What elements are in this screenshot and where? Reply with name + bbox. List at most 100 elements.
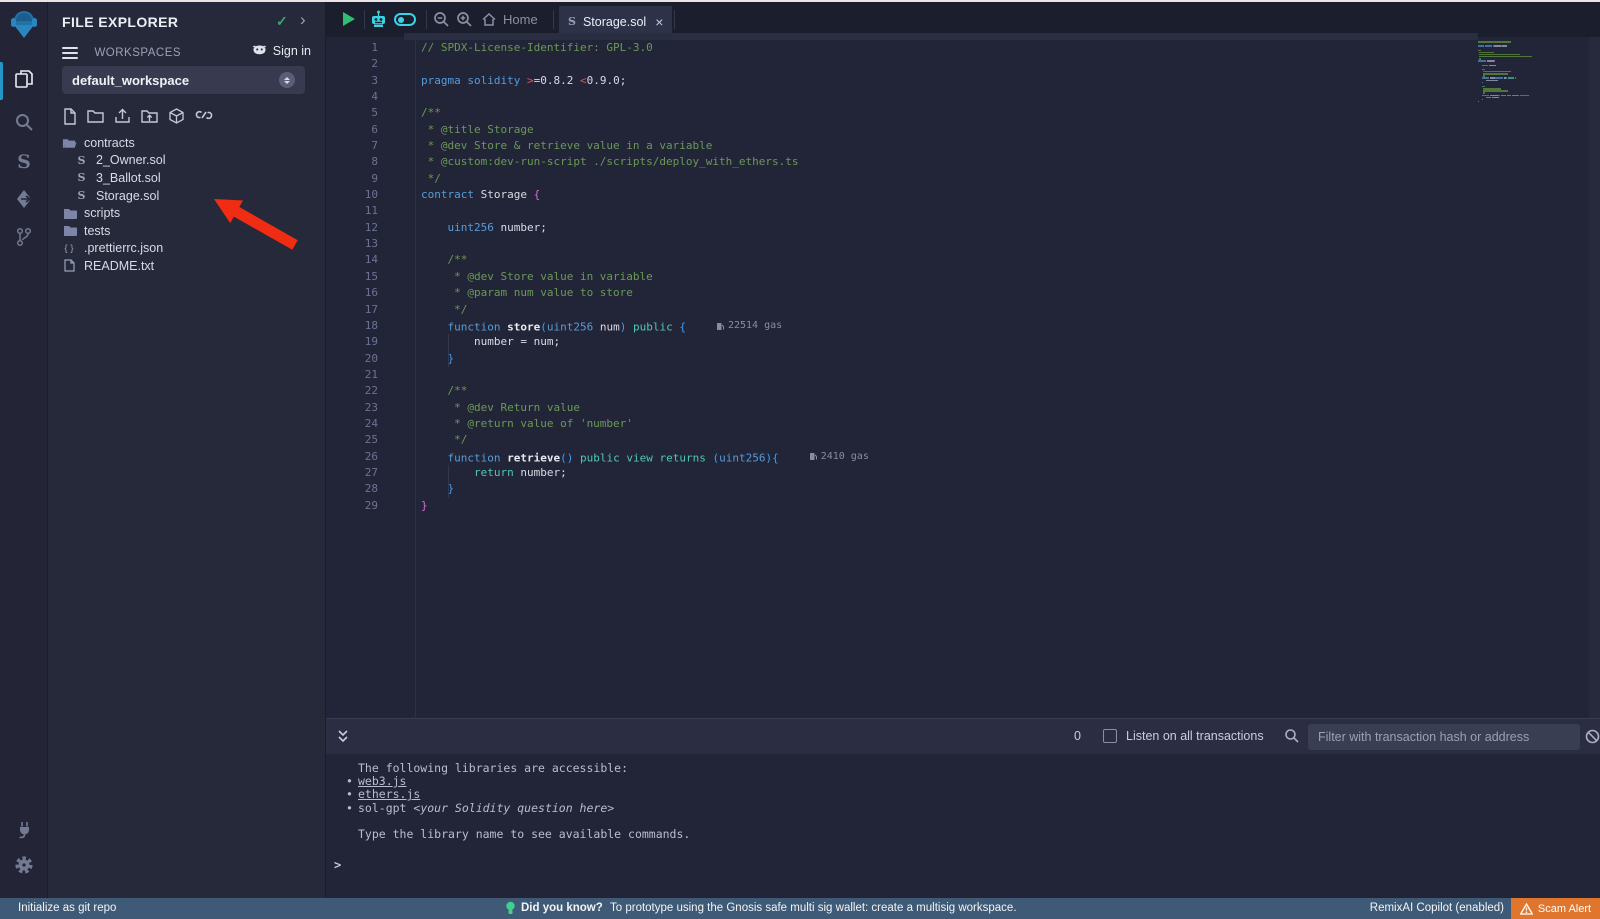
line-number: 20	[326, 351, 378, 367]
code-line-24: * @return value of 'number'	[421, 416, 869, 432]
git-init-button[interactable]: Initialize as git repo	[18, 902, 116, 914]
solidity-compiler-icon[interactable]: S	[0, 147, 48, 177]
search-icon[interactable]	[0, 107, 48, 137]
line-number: 16	[326, 285, 378, 301]
file-tree-item-contracts[interactable]: contracts	[48, 134, 325, 152]
zoom-in-icon[interactable]	[456, 11, 473, 28]
line-number: 29	[326, 498, 378, 514]
remix-ide-window: S	[0, 0, 1600, 919]
file-toolbar	[62, 108, 213, 125]
terminal-line: The following libraries are accessible:	[326, 762, 1600, 775]
line-number: 10	[326, 187, 378, 203]
terminal-output[interactable]: The following libraries are accessible: •…	[326, 754, 1600, 898]
line-number: 28	[326, 481, 378, 497]
main-area: Home S Storage.sol × 1234567891011121314…	[325, 2, 1600, 898]
editor-minimap[interactable]	[1478, 41, 1584, 103]
folder-icon	[62, 225, 77, 236]
ai-copilot-robot-icon[interactable]	[370, 10, 387, 28]
warning-icon	[1520, 903, 1533, 915]
collapse-terminal-icon[interactable]	[336, 727, 350, 745]
code-line-23: * @dev Return value	[421, 400, 869, 416]
code-line-16: * @param num value to store	[421, 285, 869, 301]
line-number: 15	[326, 269, 378, 285]
line-number: 8	[326, 154, 378, 170]
editor-scrollbar[interactable]	[1589, 37, 1600, 718]
file-tree-item-2-owner-sol[interactable]: S2_Owner.sol	[48, 152, 325, 170]
solidity-file-icon: S	[568, 15, 576, 28]
file-name: scripts	[84, 206, 120, 220]
listen-transactions-checkbox[interactable]	[1103, 729, 1117, 743]
code-line-22: /**	[421, 383, 869, 399]
chevron-right-icon[interactable]: ›	[300, 10, 306, 30]
transaction-count: 0	[1074, 729, 1081, 743]
bullet: •	[346, 802, 353, 815]
code-line-13	[421, 236, 869, 252]
plugin-manager-icon[interactable]	[0, 814, 48, 844]
upload-folder-icon[interactable]	[141, 108, 158, 124]
terminal-link[interactable]: web3.js	[358, 774, 406, 788]
gas-estimate: 22514 gas	[716, 318, 782, 334]
file-name: contracts	[84, 136, 135, 150]
workspace-select[interactable]: default_workspace	[62, 66, 305, 94]
panel-title: FILE EXPLORER	[62, 14, 178, 30]
line-number: 24	[326, 416, 378, 432]
workspace-name: default_workspace	[72, 73, 279, 88]
git-icon[interactable]	[0, 222, 48, 252]
sign-in-button[interactable]: Sign in	[252, 44, 311, 58]
terminal-link[interactable]: ethers.js	[358, 787, 420, 801]
line-numbers: 1234567891011121314151617181920212223242…	[326, 40, 415, 514]
remix-logo-icon[interactable]	[8, 8, 40, 42]
copilot-status[interactable]: RemixAI Copilot (enabled)	[1370, 902, 1504, 914]
line-number: 18	[326, 318, 378, 334]
new-folder-icon[interactable]	[87, 108, 104, 123]
file-name: Storage.sol	[96, 189, 159, 203]
tab-home[interactable]: Home	[482, 2, 538, 37]
folder-icon	[62, 208, 77, 219]
copilot-toggle[interactable]	[394, 13, 416, 26]
link-icon[interactable]	[195, 108, 213, 122]
code-line-21	[421, 367, 869, 383]
run-script-button[interactable]	[343, 12, 355, 26]
workspaces-row: WORKSPACES Sign in	[62, 44, 315, 62]
file-explorer-icon[interactable]	[0, 64, 48, 94]
terminal-prompt[interactable]: >	[334, 858, 341, 872]
line-number: 7	[326, 138, 378, 154]
code-line-10: contract Storage {	[421, 187, 869, 203]
line-number: 4	[326, 89, 378, 105]
code-line-11	[421, 203, 869, 219]
close-tab-icon[interactable]: ×	[655, 14, 663, 30]
line-number: 12	[326, 220, 378, 236]
github-icon	[252, 45, 267, 58]
editor-topbar: Home S Storage.sol ×	[326, 2, 1600, 37]
line-number: 6	[326, 122, 378, 138]
clear-console-icon[interactable]	[1585, 729, 1600, 744]
file-tree-item-readme-txt[interactable]: README.txt	[48, 257, 325, 275]
code-line-19: number = num;	[421, 334, 869, 350]
workspaces-menu-icon[interactable]	[62, 44, 78, 62]
terminal-header: 0 Listen on all transactions	[326, 718, 1600, 754]
line-number: 21	[326, 367, 378, 383]
line-number: 19	[326, 334, 378, 350]
deploy-and-run-icon[interactable]	[0, 184, 48, 214]
listen-transactions-label: Listen on all transactions	[1126, 729, 1264, 743]
did-you-know-label: Did you know?	[521, 902, 603, 914]
code-editor[interactable]: 1234567891011121314151617181920212223242…	[326, 37, 1600, 718]
folder-open-icon	[62, 137, 77, 149]
status-bar: Initialize as git repo Did you know? To …	[0, 898, 1600, 919]
ipfs-cube-icon[interactable]	[168, 108, 185, 125]
line-number: 13	[326, 236, 378, 252]
line-number: 17	[326, 302, 378, 318]
upload-file-icon[interactable]	[114, 108, 131, 124]
settings-gear-icon[interactable]	[0, 850, 48, 880]
file-tree-item-3-ballot-sol[interactable]: S3_Ballot.sol	[48, 169, 325, 187]
new-file-icon[interactable]	[62, 108, 77, 125]
zoom-out-icon[interactable]	[433, 11, 450, 28]
code-line-4	[421, 89, 869, 105]
code-line-27: return number;	[421, 465, 869, 481]
line-number: 11	[326, 203, 378, 219]
annotation-arrow	[200, 193, 302, 255]
transaction-filter-input[interactable]	[1308, 724, 1580, 750]
terminal-line: •sol-gpt <your Solidity question here>	[326, 802, 1600, 815]
scam-alert-button[interactable]: Scam Alert	[1511, 898, 1600, 919]
line-number: 5	[326, 105, 378, 121]
